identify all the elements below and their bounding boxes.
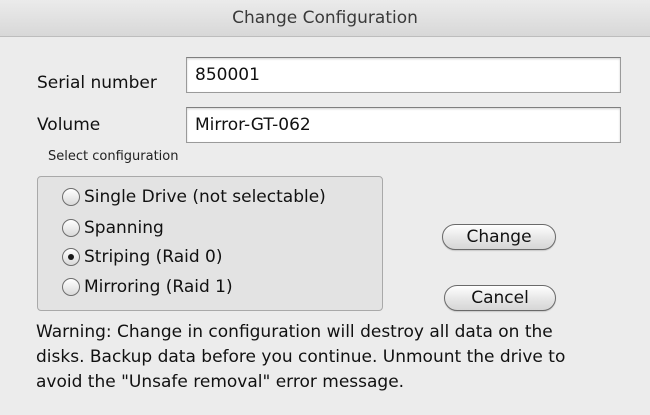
radio-button-icon[interactable] <box>62 219 80 237</box>
serial-number-field[interactable] <box>186 57 621 93</box>
radio-label: Mirroring (Raid 1) <box>84 277 233 297</box>
radio-option-striping[interactable]: Striping (Raid 0) <box>62 244 223 270</box>
volume-label: Volume <box>37 115 101 135</box>
radio-button-icon[interactable] <box>62 278 80 296</box>
radio-button-icon[interactable] <box>62 188 80 206</box>
warning-line: disks. Backup data before you continue. … <box>36 347 566 367</box>
radio-label: Spanning <box>84 218 164 238</box>
radio-button-icon[interactable] <box>62 248 80 266</box>
select-configuration-caption: Select configuration <box>48 149 179 164</box>
radio-option-mirroring[interactable]: Mirroring (Raid 1) <box>62 274 233 300</box>
title-bar[interactable]: Change Configuration <box>0 0 650 37</box>
window-title: Change Configuration <box>232 8 418 28</box>
warning-line: avoid the "Unsafe removal" error message… <box>36 372 405 392</box>
change-button[interactable]: Change <box>442 224 556 250</box>
volume-field[interactable] <box>186 107 621 143</box>
radio-label: Striping (Raid 0) <box>84 247 223 267</box>
radio-option-single-drive[interactable]: Single Drive (not selectable) <box>62 184 326 210</box>
warning-message: Warning: Change in configuration will de… <box>36 320 636 395</box>
serial-number-label: Serial number <box>37 73 157 93</box>
radio-option-spanning[interactable]: Spanning <box>62 215 164 241</box>
change-configuration-dialog: Change Configuration Serial number Volum… <box>0 0 650 415</box>
radio-label: Single Drive (not selectable) <box>84 187 326 207</box>
cancel-button[interactable]: Cancel <box>444 285 556 311</box>
warning-line: Warning: Change in configuration will de… <box>36 322 553 342</box>
radio-dot-icon <box>68 254 74 260</box>
